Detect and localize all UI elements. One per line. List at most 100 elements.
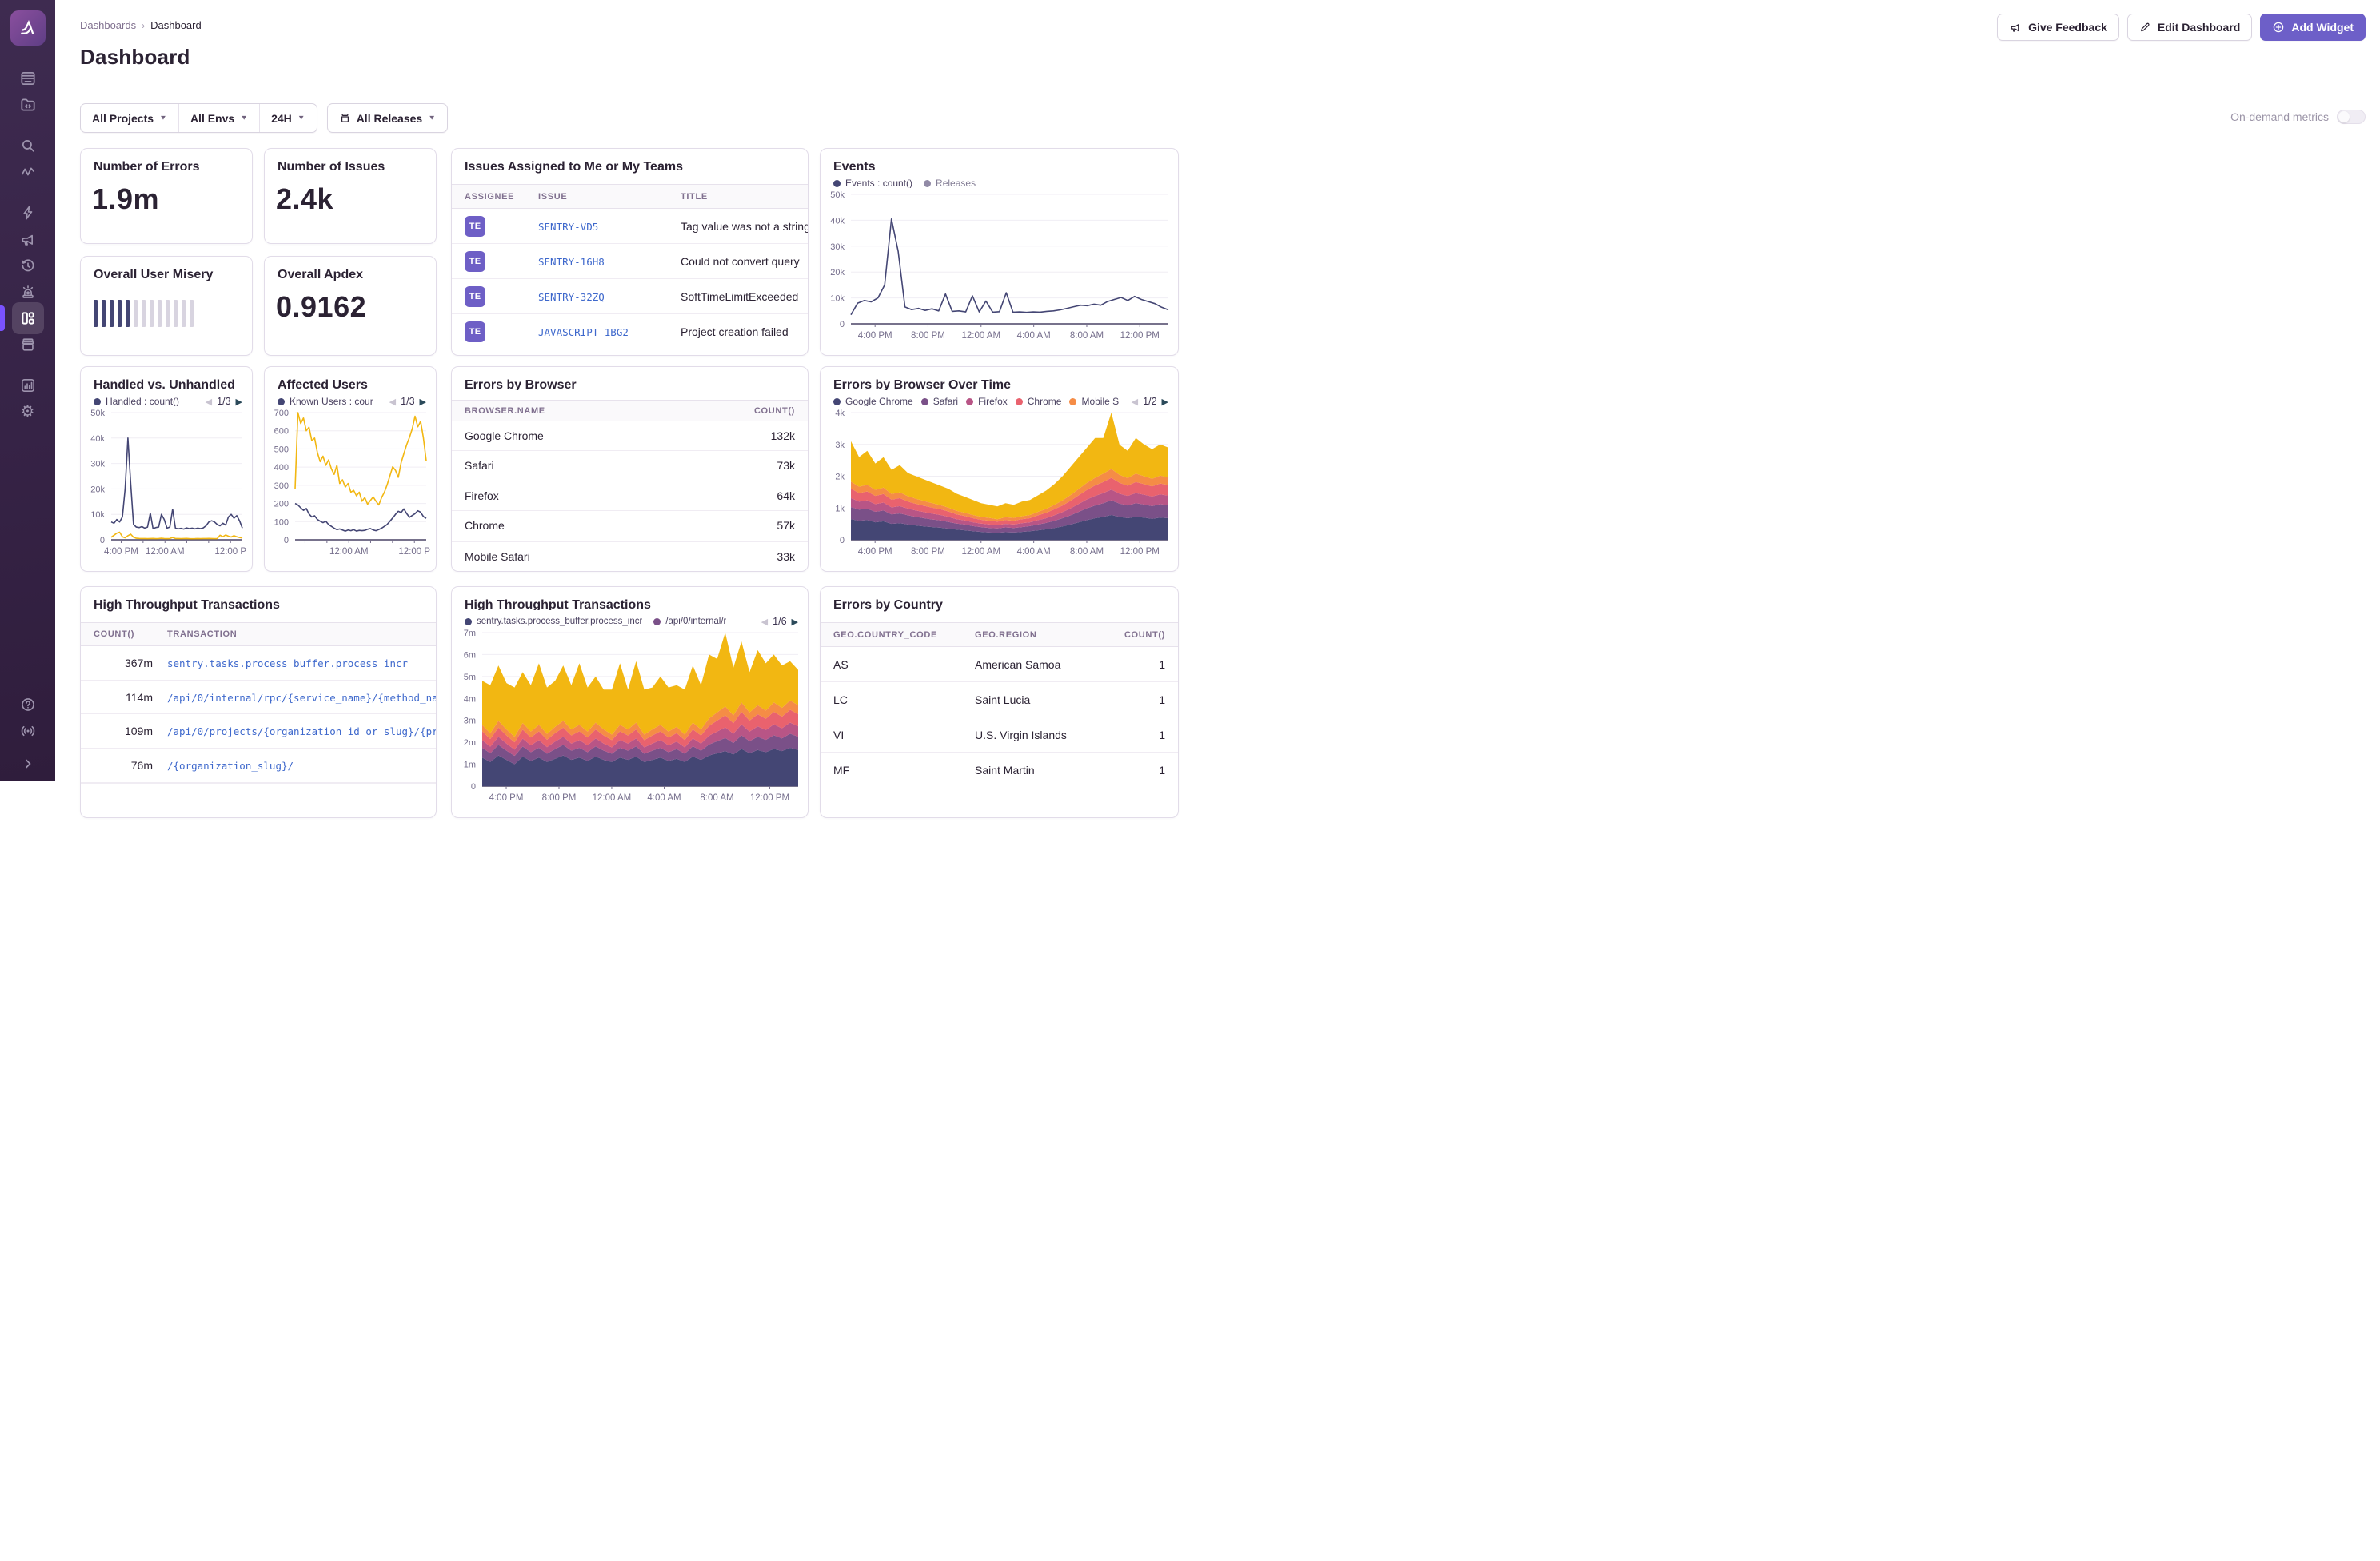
- column-header-transaction[interactable]: TRANSACTION: [161, 629, 436, 639]
- svg-text:4:00 PM: 4:00 PM: [858, 547, 892, 557]
- column-header-count[interactable]: COUNT(): [1114, 630, 1178, 640]
- sidebar-item-replays[interactable]: [12, 254, 44, 277]
- transaction-link[interactable]: sentry.tasks.process_buffer.process_incr: [167, 657, 408, 669]
- sidebar-item-traces[interactable]: [12, 160, 44, 184]
- next-page-icon[interactable]: ▶: [236, 397, 242, 406]
- give-feedback-button[interactable]: Give Feedback: [1997, 14, 2119, 41]
- sidebar-item-stats[interactable]: [12, 373, 44, 397]
- sidebar-item-insights[interactable]: [12, 201, 44, 225]
- table-row: Chrome 57k: [452, 511, 808, 541]
- collapse-sidebar-button[interactable]: [12, 752, 44, 776]
- widget-affected-users[interactable]: Affected Users Known Users : cour ◀ 1/3 …: [264, 366, 437, 572]
- legend-label: Google Chrome: [845, 396, 913, 406]
- help-button[interactable]: [12, 693, 44, 717]
- legend-item[interactable]: Handled : count(): [94, 396, 179, 406]
- column-header-title[interactable]: TITLE: [674, 192, 808, 202]
- high-throughput-chart[interactable]: 0 1m 2m 3m 4m 5m 6m 7m 4:00 PM 8:00 PM 12:00 AM 4:0…: [453, 628, 803, 814]
- legend-item[interactable]: sentry.tasks.process_buffer.process_incr: [465, 617, 642, 626]
- column-header-count[interactable]: COUNT(): [736, 406, 808, 416]
- release-filter[interactable]: All Releases ▼: [328, 104, 447, 132]
- errors-by-browser-over-time-chart[interactable]: 0 1k 2k 3k 4k 4:00 PM 8:00 PM 12:00 AM 4:00 AM 8:…: [822, 408, 1173, 568]
- widget-overall-user-misery[interactable]: Overall User Misery: [80, 256, 253, 356]
- breadcrumb-dashboards-link[interactable]: Dashboards: [80, 19, 136, 31]
- legend-item[interactable]: Known Users : cour: [278, 396, 373, 406]
- legend-pager: ◀ 1/6 ▶: [761, 616, 798, 626]
- widget-overall-apdex[interactable]: Overall Apdex 0.9162: [264, 256, 437, 356]
- date-range-filter[interactable]: 24H ▼: [259, 104, 317, 132]
- legend-item[interactable]: Mobile S: [1069, 396, 1119, 406]
- widget-errors-by-browser[interactable]: Errors by Browser BROWSER.NAME COUNT() G…: [451, 366, 809, 572]
- next-page-icon[interactable]: ▶: [420, 397, 426, 406]
- prev-page-icon[interactable]: ◀: [206, 397, 212, 406]
- handled-chart[interactable]: 0 10k 20k 30k 40k 50k 4:00 PM 12:00 AM 12:00 P: [82, 408, 247, 568]
- widget-events[interactable]: Events Events : count() Releases 0 10k 20k…: [820, 148, 1179, 356]
- legend-item[interactable]: Safari: [920, 396, 958, 406]
- sidebar-item-issues[interactable]: [12, 66, 44, 90]
- sidebar-item-explore[interactable]: [12, 134, 44, 158]
- legend-item[interactable]: Events : count(): [833, 178, 912, 188]
- widget-number-of-issues[interactable]: Number of Issues 2.4k: [264, 148, 437, 244]
- legend-item[interactable]: Chrome: [1015, 396, 1061, 406]
- avatar: TE: [465, 250, 485, 272]
- edit-dashboard-button[interactable]: Edit Dashboard: [2126, 14, 2253, 41]
- legend-item[interactable]: Firefox: [966, 396, 1008, 406]
- transaction-link[interactable]: /api/0/internal/rpc/{service_name}/{meth…: [167, 692, 436, 704]
- browser-name: Firefox: [465, 489, 499, 502]
- widget-errors-by-browser-over-time[interactable]: Errors by Browser Over Time Google Chrom…: [820, 366, 1179, 572]
- widget-high-throughput-chart[interactable]: High Throughput Transactions sentry.task…: [451, 586, 809, 818]
- column-header-count[interactable]: COUNT(): [81, 629, 161, 639]
- column-header-country-code[interactable]: GEO.COUNTRY_CODE: [821, 630, 968, 640]
- chart-legend: Handled : count() ◀ 1/3 ▶: [81, 390, 252, 406]
- sentry-logo[interactable]: [10, 10, 46, 46]
- legend-item[interactable]: Google Chrome: [833, 396, 913, 406]
- svg-text:30k: 30k: [90, 460, 105, 469]
- legend-label: Events : count(): [845, 178, 913, 188]
- prev-page-icon[interactable]: ◀: [1132, 397, 1138, 406]
- issue-link[interactable]: SENTRY-32ZQ: [538, 291, 605, 303]
- issue-link[interactable]: SENTRY-16H8: [538, 256, 605, 268]
- next-page-icon[interactable]: ▶: [1162, 397, 1168, 406]
- svg-text:6m: 6m: [464, 650, 476, 660]
- legend-item[interactable]: Releases: [924, 178, 976, 188]
- project-filter-value: All Projects: [92, 111, 154, 125]
- widget-number-of-errors[interactable]: Number of Errors 1.9m: [80, 148, 253, 244]
- on-demand-metrics: On-demand metrics: [2230, 110, 2366, 124]
- sidebar-item-alerts[interactable]: [12, 280, 44, 304]
- svg-text:12:00 AM: 12:00 AM: [146, 547, 185, 557]
- sidebar-item-feedback[interactable]: [12, 227, 44, 251]
- prev-page-icon[interactable]: ◀: [761, 617, 768, 626]
- whats-new-button[interactable]: [12, 719, 44, 743]
- column-header-region[interactable]: GEO.REGION: [968, 630, 1114, 640]
- page-title: Dashboard: [80, 45, 190, 69]
- on-demand-metrics-toggle[interactable]: [2337, 110, 2366, 124]
- events-chart[interactable]: 0 10k 20k 30k 40k 50k 4:00 PM 8:00 PM 12:00 AM 4:…: [822, 190, 1173, 352]
- affected-users-chart[interactable]: 0 100 200 300 400 500 600 700 12:00 AM 12:00 P: [266, 408, 431, 568]
- table-row: 76m /{organization_slug}/: [81, 749, 436, 784]
- issue-link[interactable]: JAVASCRIPT-1BG2: [538, 326, 629, 338]
- legend-item[interactable]: /api/0/internal/r: [653, 617, 726, 626]
- browser-count: 33k: [777, 549, 795, 563]
- project-filter[interactable]: All Projects ▼: [81, 104, 178, 132]
- transaction-link[interactable]: /{organization_slug}/: [167, 760, 294, 772]
- country-region: Saint Martin: [975, 764, 1035, 777]
- column-header-browser[interactable]: BROWSER.NAME: [452, 406, 736, 416]
- sidebar-item-dashboards[interactable]: [0, 301, 44, 334]
- prev-page-icon[interactable]: ◀: [389, 397, 396, 406]
- environment-filter[interactable]: All Envs ▼: [178, 104, 259, 132]
- issue-link[interactable]: SENTRY-VD5: [538, 221, 598, 233]
- add-widget-button[interactable]: Add Widget: [2260, 14, 2366, 41]
- column-header-issue[interactable]: ISSUE: [532, 192, 674, 202]
- plus-circle-icon: [2274, 22, 2284, 33]
- widget-handled-vs-unhandled[interactable]: Handled vs. Unhandled Handled : count() …: [80, 366, 253, 572]
- avatar: TE: [465, 215, 485, 237]
- sidebar-item-projects[interactable]: [12, 93, 44, 117]
- widget-issues-assigned[interactable]: Issues Assigned to Me or My Teams ASSIGN…: [451, 148, 809, 356]
- transaction-link[interactable]: /api/0/projects/{organization_id_or_slug…: [167, 725, 436, 737]
- sidebar-item-releases[interactable]: [12, 333, 44, 357]
- breadcrumb-separator-icon: ›: [142, 19, 146, 31]
- sidebar-item-settings[interactable]: ⚙: [12, 400, 44, 424]
- widget-high-throughput-table[interactable]: High Throughput Transactions COUNT() TRA…: [80, 586, 437, 818]
- next-page-icon[interactable]: ▶: [792, 617, 798, 626]
- widget-errors-by-country[interactable]: Errors by Country GEO.COUNTRY_CODE GEO.R…: [820, 586, 1179, 818]
- column-header-assignee[interactable]: ASSIGNEE: [452, 192, 532, 202]
